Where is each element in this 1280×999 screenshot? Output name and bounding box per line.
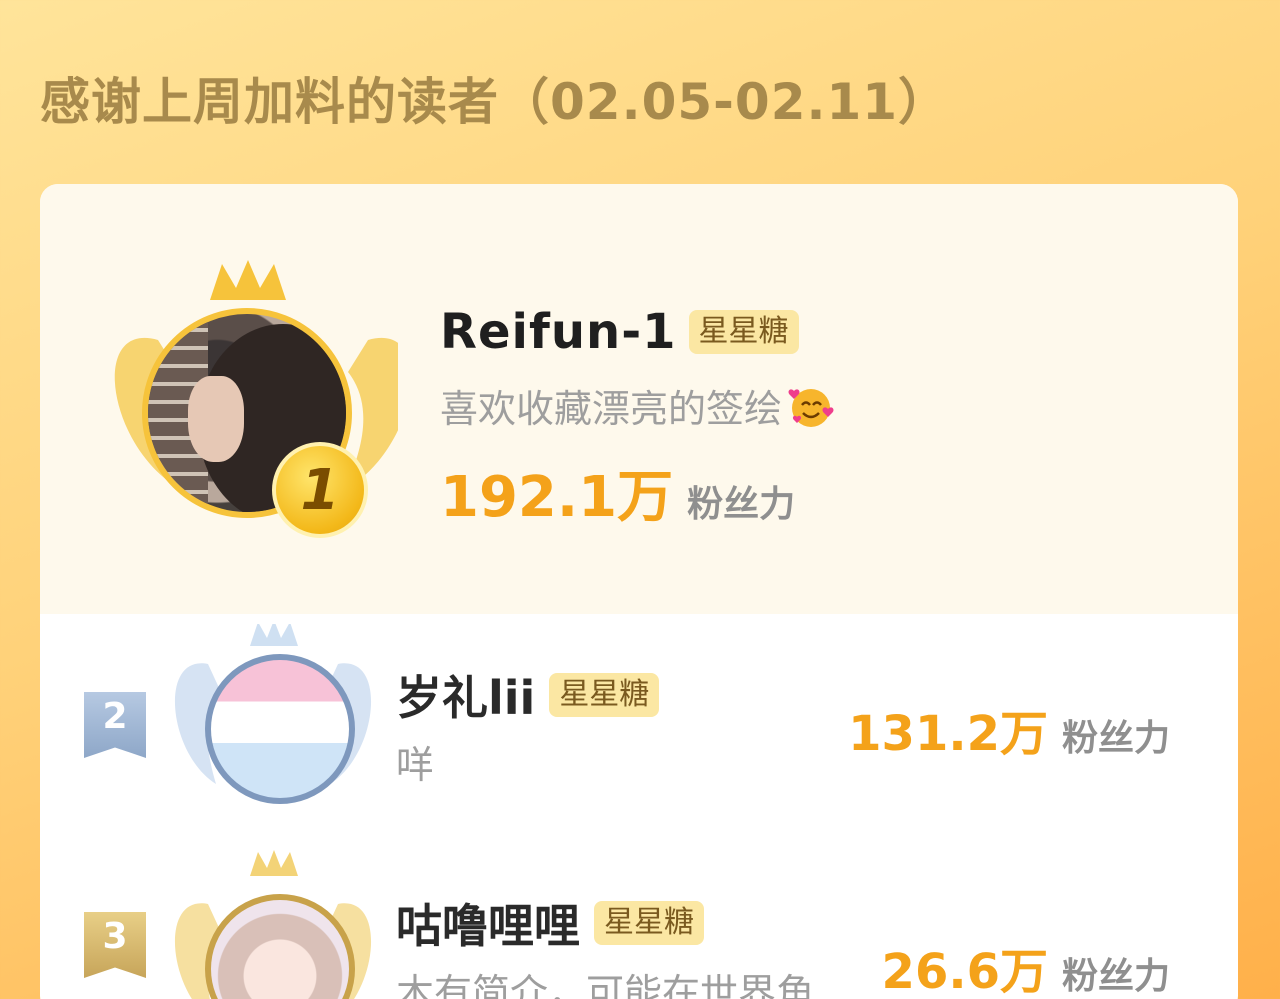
rank-2-name-row: 岁礼lii 星星糖 — [396, 662, 660, 728]
page-title: 感谢上周加料的读者（02.05-02.11） — [40, 73, 950, 131]
level-tag: 星星糖 — [549, 673, 660, 717]
username[interactable]: 岁礼lii — [396, 662, 535, 728]
user-bio: 喜欢收藏漂亮的签绘 — [440, 378, 834, 433]
user-bio: 咩 — [396, 743, 435, 787]
score-value: 26.6万 — [881, 944, 1048, 999]
score-unit: 粉丝力 — [1061, 956, 1170, 997]
fan-power-score: 192.1万 粉丝力 — [440, 452, 795, 533]
photo-face — [188, 376, 244, 462]
smiling-face-with-hearts-icon — [788, 388, 834, 427]
avatar[interactable] — [205, 654, 355, 804]
username[interactable]: 咕噜哩哩 — [396, 890, 580, 956]
score-value: 192.1万 — [440, 465, 674, 530]
rank-1-name-row: Reifun-1 星星糖 — [440, 304, 799, 360]
rank-2-row[interactable]: 2 岁礼lii 星星糖 咩 131.2万 粉丝力 — [40, 624, 1238, 824]
fan-power-score: 26.6万 粉丝力 — [882, 932, 1170, 999]
score-unit: 粉丝力 — [1061, 718, 1170, 759]
bio-text: 喜欢收藏漂亮的签绘 — [440, 387, 783, 431]
level-tag: 星星糖 — [688, 310, 799, 354]
leaderboard-card: 1 Reifun-1 星星糖 喜欢收藏漂亮的签绘 192.1万 粉丝力 2 岁礼… — [40, 184, 1238, 999]
fan-power-score: 131.2万 粉丝力 — [848, 694, 1170, 764]
rank-badge-2: 2 — [84, 692, 146, 758]
rank-medal-1: 1 — [272, 442, 368, 538]
score-unit: 粉丝力 — [687, 484, 796, 525]
score-value: 131.2万 — [848, 706, 1048, 762]
rank-3-row[interactable]: 3 咕噜哩哩 星星糖 木有简介，可能在世界角... 26.6万 粉丝力 — [40, 844, 1238, 999]
rank-3-name-row: 咕噜哩哩 星星糖 — [396, 890, 704, 956]
level-tag: 星星糖 — [594, 901, 704, 945]
rank-badge-3: 3 — [84, 912, 146, 978]
user-bio: 木有简介，可能在世界角... — [396, 971, 851, 999]
username[interactable]: Reifun-1 — [440, 304, 677, 360]
rank-1-section[interactable]: 1 Reifun-1 星星糖 喜欢收藏漂亮的签绘 192.1万 粉丝力 — [40, 184, 1238, 614]
